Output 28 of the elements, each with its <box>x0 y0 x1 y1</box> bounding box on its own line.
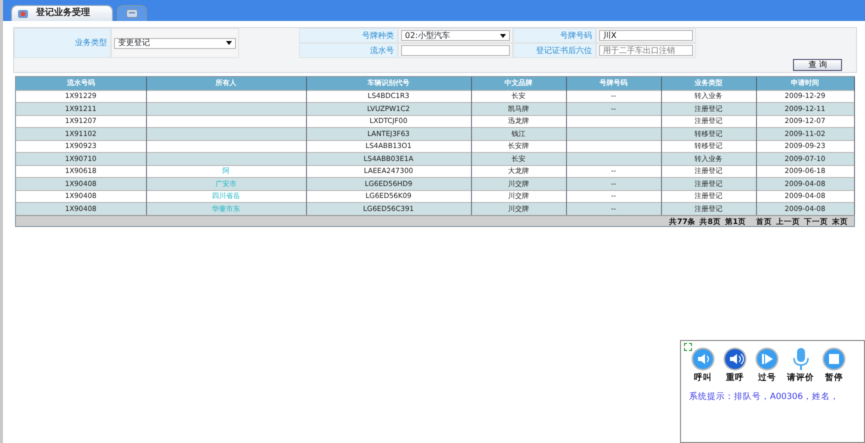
window-icon <box>126 9 138 18</box>
stop-icon <box>822 347 846 371</box>
dropdown-arrow-icon <box>226 41 232 45</box>
system-message: 系统提示：排队号，A00306，姓名， <box>688 390 840 404</box>
dropdown-arrow-icon <box>500 34 506 38</box>
queue-button[interactable]: 请评价 <box>787 347 814 385</box>
tab[interactable] <box>117 5 147 21</box>
input-field[interactable]: 川X <box>599 30 693 41</box>
field-label: 业务类型 <box>14 28 111 58</box>
speaker-icon <box>691 347 715 371</box>
play-icon <box>755 347 779 371</box>
app-icon <box>18 8 28 18</box>
queue-button[interactable]: 重呼 <box>723 347 747 385</box>
speaker-icon <box>723 347 747 371</box>
input-field[interactable]: 用于二手车出口注销 <box>599 45 693 56</box>
queue-button[interactable]: 暂停 <box>822 347 846 385</box>
queue-button[interactable]: 过号 <box>755 347 779 385</box>
field-label: 登记证书后六位 <box>513 43 596 58</box>
dropdown[interactable]: 变更登记 <box>114 38 236 48</box>
field-label: 流水号 <box>299 43 398 58</box>
dropdown[interactable]: 02:小型汽车 <box>401 30 510 41</box>
queue-button[interactable]: 呼叫 <box>691 347 715 385</box>
field-label: 号牌种类 <box>299 28 398 43</box>
field-label: 号牌号码 <box>513 28 596 43</box>
expand-icon[interactable] <box>684 343 692 351</box>
input-field[interactable] <box>401 45 510 56</box>
query-button[interactable]: 查 询 <box>793 59 842 71</box>
tab[interactable]: 登记业务受理 <box>11 5 113 21</box>
